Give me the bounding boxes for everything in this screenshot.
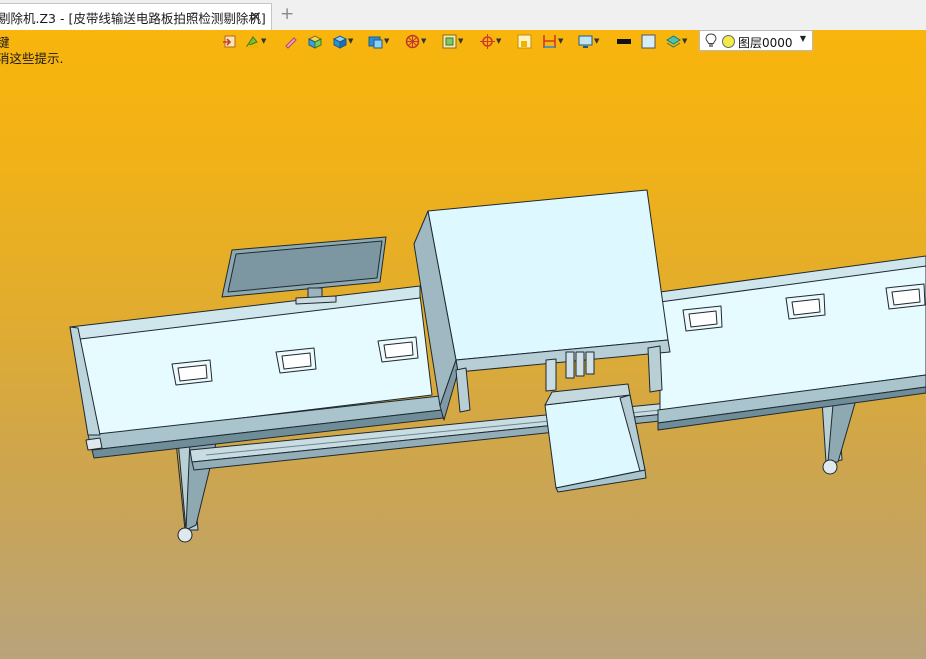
document-tab-title: 剔除机.Z3 - [皮带线输送电路板拍照检测剔除机]	[0, 10, 266, 26]
layer-name: 图层0000	[738, 36, 793, 50]
lightbulb-icon[interactable]	[705, 33, 717, 51]
exit-sketch-icon[interactable]	[222, 32, 237, 50]
conveyor-model	[69, 189, 926, 543]
square-select-icon[interactable]	[517, 32, 532, 50]
wheel-icon[interactable]: ▼	[405, 32, 426, 50]
dimension-icon[interactable]: ▼	[542, 32, 563, 50]
3d-viewport[interactable]: 键 消这些提示. ▼ ▼ ▼ ▼ ▼ ▼ ▼ ▼ ▼ 图层0000 ▼	[0, 30, 926, 659]
pencil-icon[interactable]	[283, 32, 298, 50]
hint-text-line-2: 消这些提示.	[0, 51, 64, 66]
solid-shade-icon[interactable]	[307, 32, 322, 50]
document-tab[interactable]: 剔除机.Z3 - [皮带线输送电路板拍照检测剔除机] ✕	[0, 3, 272, 30]
close-icon[interactable]: ✕	[249, 8, 262, 26]
fill-color-icon[interactable]	[641, 32, 656, 50]
plus-icon[interactable]: +	[280, 6, 294, 23]
monitor-icon[interactable]: ▼	[578, 32, 599, 50]
line-color-icon[interactable]	[616, 32, 631, 50]
view-cube-icon[interactable]: ▼	[368, 32, 389, 50]
document-tab-bar: 剔除机.Z3 - [皮带线输送电路板拍照检测剔除机] ✕ +	[0, 0, 926, 31]
layers-icon[interactable]: ▼	[666, 32, 687, 50]
box-icon[interactable]: ▼	[332, 32, 353, 50]
chevron-down-icon[interactable]: ▼	[800, 34, 806, 43]
target-icon[interactable]: ▼	[480, 32, 501, 50]
layer-selector[interactable]: 图层0000 ▼	[699, 30, 813, 51]
frame-icon[interactable]: ▼	[442, 32, 463, 50]
layer-color-swatch[interactable]	[722, 35, 735, 48]
paint-icon[interactable]: ▼	[245, 32, 266, 50]
